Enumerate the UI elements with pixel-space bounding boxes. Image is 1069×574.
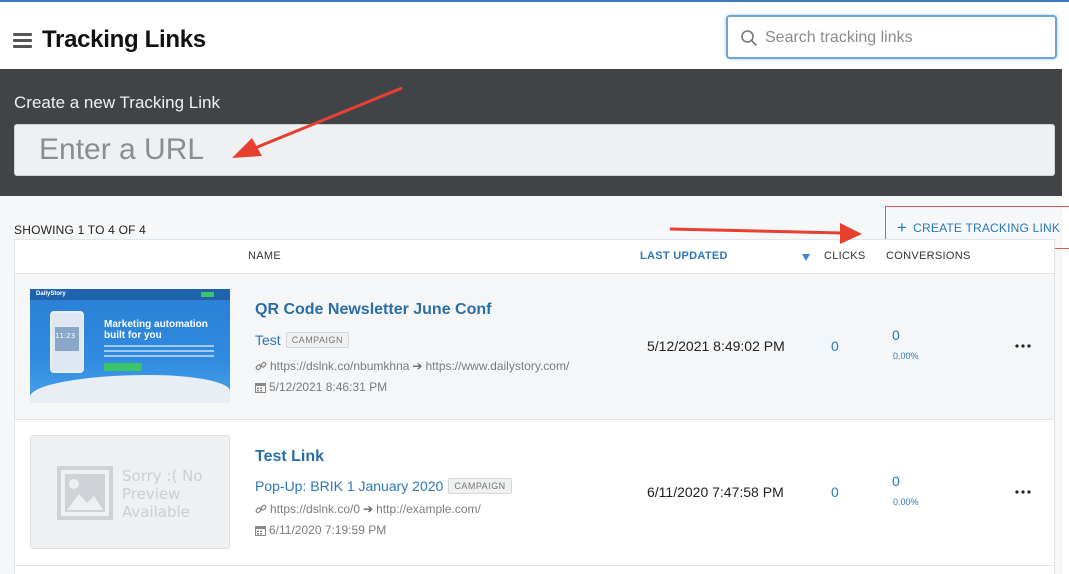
page-preview-thumbnail[interactable]: DailyStory 11:23 Marketing automation bu… xyxy=(30,289,230,403)
target-url[interactable]: http://example.com/ xyxy=(376,502,481,516)
campaign-name[interactable]: Pop-Up: BRIK 1 January 2020 xyxy=(255,478,443,494)
last-updated: 5/12/2021 8:49:02 PM xyxy=(647,338,785,354)
tracking-links-list: SHOWING 1 TO 4 OF 4 + CREATE TRACKING LI… xyxy=(0,196,1069,574)
search-box[interactable] xyxy=(726,15,1057,59)
search-input[interactable] xyxy=(765,25,1045,51)
showing-count: SHOWING 1 TO 4 OF 4 xyxy=(14,223,147,237)
arrow-right-icon: ➔ xyxy=(363,502,374,516)
created-date: 6/11/2020 7:19:59 PM xyxy=(269,523,387,537)
target-url[interactable]: https://www.dailystory.com/ xyxy=(425,359,569,373)
column-header-name[interactable]: NAME xyxy=(248,250,281,262)
create-tracking-link-label: CREATE TRACKING LINK xyxy=(913,220,1061,235)
campaign-badge: CAMPAIGN xyxy=(285,332,350,348)
last-updated: 6/11/2020 7:47:58 PM xyxy=(647,484,784,500)
campaign-name[interactable]: Test xyxy=(255,332,281,348)
created-line: 5/12/2021 8:46:31 PM xyxy=(255,380,387,394)
sort-descending-icon[interactable] xyxy=(802,254,810,261)
conversion-rate: 0.00% xyxy=(893,351,919,361)
short-url[interactable]: https://dslnk.co/nbumkhna xyxy=(270,359,409,373)
calendar-icon xyxy=(255,525,266,536)
column-header-last-updated[interactable]: LAST UPDATED xyxy=(640,250,728,262)
created-date: 5/12/2021 8:46:31 PM xyxy=(269,380,388,394)
plus-icon: + xyxy=(897,218,908,237)
url-input[interactable] xyxy=(14,124,1055,176)
preview-logo: DailyStory xyxy=(36,291,66,297)
no-preview-thumbnail[interactable]: Sorry :( No Preview Available xyxy=(30,435,230,549)
link-name[interactable]: QR Code Newsletter June Conf xyxy=(255,301,491,319)
campaign-link[interactable]: Pop-Up: BRIK 1 January 2020 CAMPAIGN xyxy=(255,478,512,494)
preview-headline: Marketing automation built for you xyxy=(104,319,208,341)
conversions-count[interactable]: 0 xyxy=(892,473,900,489)
arrow-right-icon: ➔ xyxy=(412,359,423,373)
link-icon xyxy=(255,504,267,514)
column-header-clicks[interactable]: CLICKS xyxy=(824,250,866,262)
more-options-icon[interactable] xyxy=(1015,490,1031,494)
no-preview-text: Sorry :( No Preview Available xyxy=(122,467,203,521)
conversion-rate: 0.00% xyxy=(893,497,919,507)
table-row[interactable]: DailyStory 11:23 Marketing automation bu… xyxy=(15,274,1054,420)
more-options-icon[interactable] xyxy=(1015,344,1031,348)
table-row-partial xyxy=(15,566,1054,574)
image-placeholder-icon xyxy=(57,466,113,520)
page-header: Tracking Links xyxy=(0,2,1069,69)
short-url[interactable]: https://dslnk.co/0 xyxy=(270,502,360,516)
page-title: Tracking Links xyxy=(42,26,206,53)
url-line: https://dslnk.co/0 ➔ http://example.com/ xyxy=(255,502,481,516)
menu-icon[interactable] xyxy=(13,33,32,48)
conversions-count[interactable]: 0 xyxy=(892,327,900,343)
calendar-icon xyxy=(255,382,266,393)
campaign-link[interactable]: Test CAMPAIGN xyxy=(255,332,350,348)
created-line: 6/11/2020 7:19:59 PM xyxy=(255,523,386,537)
link-icon xyxy=(255,361,267,371)
campaign-badge: CAMPAIGN xyxy=(448,478,512,494)
link-name[interactable]: Test Link xyxy=(255,448,324,466)
links-table: NAME LAST UPDATED CLICKS CONVERSIONS Dai… xyxy=(14,239,1055,574)
column-header-conversions[interactable]: CONVERSIONS xyxy=(886,250,971,262)
phone-illustration: 11:23 xyxy=(50,311,84,373)
table-row[interactable]: Sorry :( No Preview Available Test Link … xyxy=(15,420,1054,566)
search-icon xyxy=(741,30,757,46)
create-link-panel: Create a new Tracking Link xyxy=(0,69,1062,196)
url-line: https://dslnk.co/nbumkhna ➔ https://www.… xyxy=(255,359,569,373)
create-link-label: Create a new Tracking Link xyxy=(14,93,220,112)
clicks-count[interactable]: 0 xyxy=(831,338,839,354)
clicks-count[interactable]: 0 xyxy=(831,484,839,500)
